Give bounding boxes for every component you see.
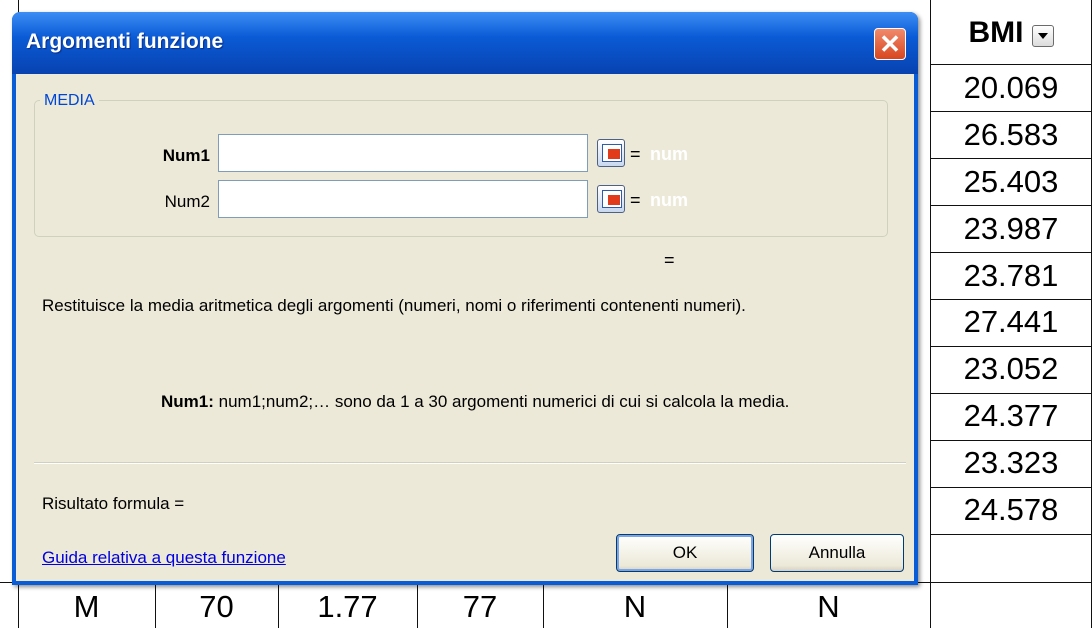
close-icon[interactable]: ✕	[874, 28, 906, 60]
bmi-cell[interactable]: 24.578	[930, 487, 1092, 534]
grid-line	[930, 534, 1092, 535]
bmi-cell[interactable]: 20.069	[930, 65, 1092, 112]
formula-result-label: Risultato formula =	[42, 494, 185, 513]
dialog-title: Argomenti funzione	[26, 30, 224, 53]
function-arguments-dialog: Argomenti funzione ✕ MEDIA Num1 = num Nu…	[12, 12, 918, 585]
function-description: Restituisce la media aritmetica degli ar…	[42, 296, 746, 315]
bmi-values-column: 20.069 26.583 25.403 23.987 23.781 27.441 23.0…	[930, 65, 1092, 534]
argument-help-text: num1;num2;… sono da 1 a 30 argomenti num…	[213, 392, 790, 411]
bmi-header-label: BMI	[968, 16, 1024, 49]
bmi-cell[interactable]: 25.403	[930, 159, 1092, 206]
bmi-cell[interactable]: 23.987	[930, 206, 1092, 253]
cancel-button[interactable]: Annulla	[770, 534, 904, 572]
cell[interactable]: N	[543, 584, 727, 628]
cell[interactable]: N	[727, 584, 930, 628]
num1-input[interactable]	[218, 134, 588, 172]
bmi-cell[interactable]: 23.781	[930, 253, 1092, 300]
arg-label-num2: Num2	[164, 192, 210, 211]
dialog-body: MEDIA Num1 = num Num2 = num = Restituisc…	[16, 74, 914, 581]
arg-equals: =	[630, 144, 641, 164]
function-name-label: MEDIA	[40, 92, 99, 110]
arg-result-hint: num	[650, 144, 688, 164]
dropdown-arrow-icon[interactable]	[1031, 25, 1054, 47]
collapse-dialog-icon[interactable]	[597, 185, 625, 213]
overall-equals: =	[664, 250, 675, 270]
bmi-cell[interactable]: 23.323	[930, 440, 1092, 487]
cell[interactable]: 1.77	[278, 584, 417, 628]
bmi-cell[interactable]: 24.377	[930, 393, 1092, 440]
cell[interactable]: 70	[155, 584, 278, 628]
num2-input[interactable]	[218, 180, 588, 218]
bottom-data-row: M 70 1.77 77 N N	[0, 584, 930, 628]
bmi-column-header[interactable]: BMI	[930, 10, 1092, 56]
cell[interactable]: M	[18, 584, 155, 628]
arg-result-hint: num	[650, 190, 688, 210]
bmi-cell[interactable]: 26.583	[930, 112, 1092, 159]
argument-description: Num1: num1;num2;… sono da 1 a 30 argomen…	[161, 392, 789, 412]
bmi-cell[interactable]: 23.052	[930, 346, 1092, 393]
collapse-dialog-icon[interactable]	[597, 139, 625, 167]
bmi-cell[interactable]: 27.441	[930, 299, 1092, 346]
function-help-link[interactable]: Guida relativa a questa funzione	[42, 548, 286, 568]
arg-label-num1: Num1	[162, 146, 210, 165]
argument-name: Num1:	[161, 392, 214, 411]
dialog-titlebar[interactable]: Argomenti funzione ✕	[12, 12, 918, 74]
cell[interactable]: 77	[417, 584, 543, 628]
ok-button[interactable]: OK	[616, 534, 754, 572]
divider	[34, 462, 906, 464]
arg-equals: =	[630, 190, 641, 210]
